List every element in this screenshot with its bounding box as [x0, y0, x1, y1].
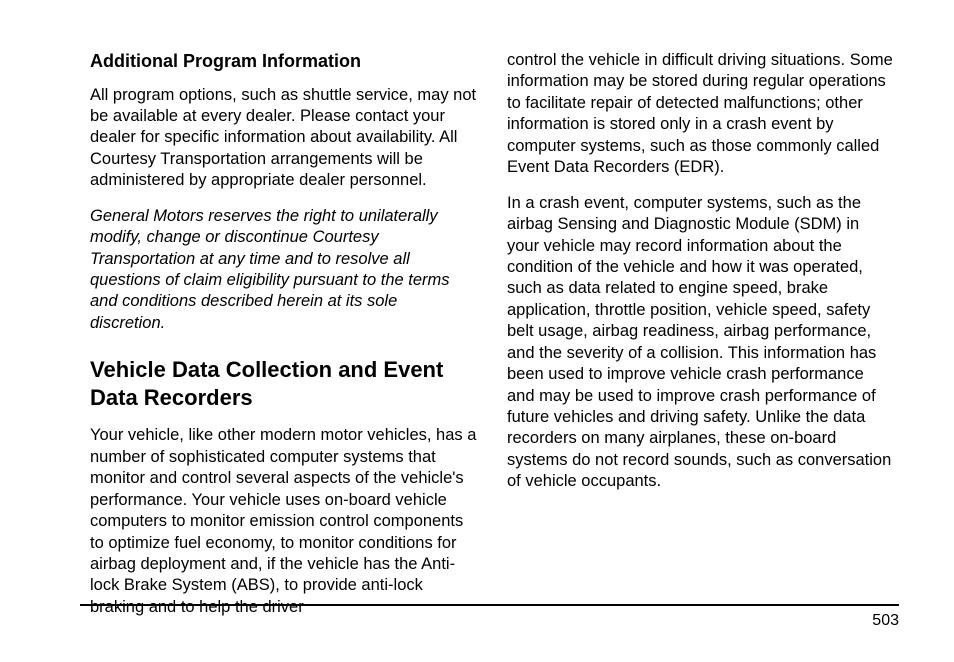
heading-additional-program-info: Additional Program Information [90, 50, 477, 73]
footer-rule [80, 604, 899, 606]
para-crash-event: In a crash event, computer systems, such… [507, 193, 894, 493]
para-gm-disclaimer: General Motors reserves the right to uni… [90, 206, 477, 335]
para-vehicle-computers: Your vehicle, like other modern motor ve… [90, 425, 477, 618]
page-content: Additional Program Information All progr… [0, 0, 954, 662]
right-column: control the vehicle in difficult driving… [507, 50, 894, 632]
page-number: 503 [872, 612, 899, 630]
para-control-vehicle: control the vehicle in difficult driving… [507, 50, 894, 179]
heading-vehicle-data-collection: Vehicle Data Collection and Event Data R… [90, 356, 477, 411]
left-column: Additional Program Information All progr… [90, 50, 477, 632]
para-program-options: All program options, such as shuttle ser… [90, 85, 477, 192]
